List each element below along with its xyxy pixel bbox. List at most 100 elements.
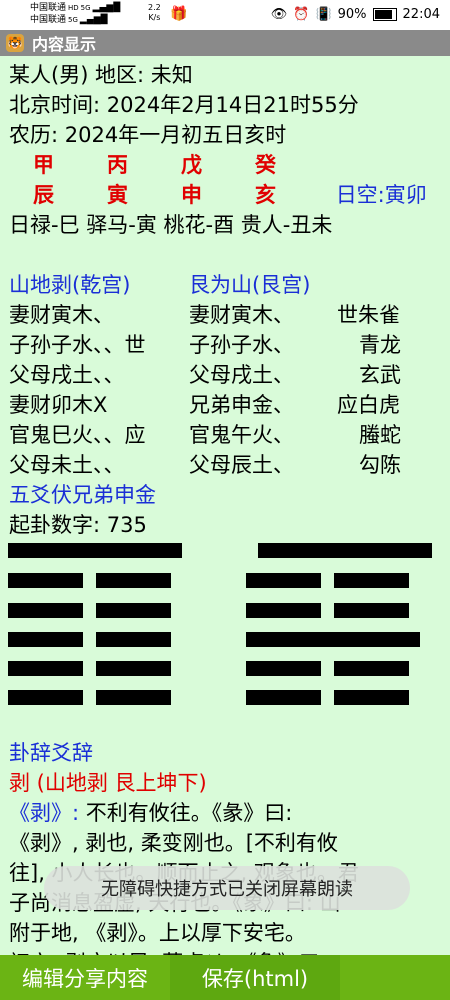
beijing-time-line: 北京时间: 2024年2月14日21时55分	[9, 93, 359, 117]
battery-icon	[372, 8, 397, 21]
main-yao-1-yin-right	[96, 690, 171, 705]
speed-unit: K/s	[148, 13, 161, 22]
yao-god: 玄武	[359, 363, 401, 387]
shensha-line: 日禄-巳 驿马-寅 桃花-酉 贵人-丑未	[9, 213, 333, 237]
main-yao-3-yin-left	[8, 632, 83, 647]
yao-line-3: 妻财卯木X 兄弟申金、 应白虎	[9, 390, 445, 420]
yao-change: 父母辰土、	[189, 453, 294, 477]
guaci-line-1: 《剥》: 不利有攸往。《彖》曰:	[9, 798, 445, 828]
yao-main-with-mark: 父母戌土、、	[9, 360, 189, 390]
yao-god: 勾陈	[359, 453, 401, 477]
yao-main: 子孙子水、	[9, 333, 104, 357]
yao-line-4: 父母戌土、、 父母戌土、 玄武	[9, 360, 445, 390]
changed-yao-5-yin-right	[334, 573, 409, 588]
changed-yao-4-yin-right	[334, 603, 409, 618]
yao-main: 父母戌土、	[9, 363, 104, 387]
bottom-bar: 编辑分享内容 保存(html)	[0, 955, 450, 1000]
yao-main: 官鬼巳火、	[9, 423, 104, 447]
speed-value: 2.2	[148, 3, 161, 12]
lunar-line: 农历: 2024年一月初五日亥时	[9, 123, 287, 147]
yao-main: 妻财卯木	[9, 393, 93, 417]
main-yao-4-yin-left	[8, 603, 83, 618]
yao-shi-ying: 应	[337, 393, 358, 417]
yao-change: 官鬼午火、	[189, 423, 294, 447]
yao-mark: X	[93, 393, 108, 417]
edit-share-button[interactable]: 编辑分享内容	[0, 955, 170, 1000]
save-html-button[interactable]: 保存(html)	[170, 955, 340, 1000]
page-title: 内容显示	[32, 35, 97, 54]
main-yao-5-yin-right	[96, 573, 171, 588]
yao-main-with-mark: 妻财卯木X	[9, 390, 189, 420]
yao-god: 青龙	[359, 333, 401, 357]
stem-hour: 癸	[255, 153, 276, 177]
guaci-label: 《剥》:	[9, 801, 80, 825]
yao-mark: 、	[103, 453, 125, 477]
yao-change: 妻财寅木、	[189, 303, 294, 327]
status-right: 👁 ⏰ 📳 90% 22:04	[271, 7, 440, 22]
yao-line-6: 妻财寅木、 妻财寅木、 世朱雀	[9, 300, 445, 330]
yao-change: 父母戌土、	[189, 363, 294, 387]
main-yao-4-yin-right	[96, 603, 171, 618]
yao-line-5: 子孙子水、、世 子孙子水、 青龙	[9, 330, 445, 360]
eye-icon: 👁	[270, 7, 288, 22]
title-bar: 🐯 内容显示	[0, 30, 450, 56]
content-area[interactable]: 某人(男) 地区: 未知 北京时间: 2024年2月14日21时55分 农历: …	[9, 60, 445, 540]
carrier-1: 中国联通	[30, 3, 67, 13]
yao-god: 螣蛇	[359, 423, 401, 447]
changed-yao-2-yin-left	[246, 661, 321, 676]
stems-line: 甲丙戊癸	[9, 150, 445, 180]
hd-badge: HD	[68, 4, 79, 12]
branch-hour: 亥	[255, 183, 276, 207]
yao-main: 妻财寅木、	[9, 303, 114, 327]
fushen-line: 五爻伏兄弟申金	[9, 483, 156, 507]
branches-line: 辰 寅 申 亥 日空:寅卯	[9, 180, 445, 210]
yao-line-2: 官鬼巳火、、应 官鬼午火、 螣蛇	[9, 420, 445, 450]
clock-time: 22:04	[402, 7, 440, 22]
yao-main: 父母未土、	[9, 453, 104, 477]
main-yao-1-yin-left	[8, 690, 83, 705]
hexagram-name-line: 剥 (山地剥 艮上坤下)	[9, 771, 207, 795]
gift-icon: 🎁	[170, 6, 188, 22]
yao-mark: 、	[103, 363, 125, 387]
guaci-line-2: 《剥》, 剥也, 柔变刚也。[不利有攸	[9, 831, 338, 855]
yao-line-1: 父母未土、、 父母辰土、 勾陈	[9, 450, 445, 480]
yao-god: 朱雀	[358, 303, 400, 327]
net-type-2: 5G	[68, 16, 78, 24]
changed-hexagram-title: 艮为山(艮宫)	[189, 273, 311, 297]
kongwang: 日空:寅卯	[335, 183, 427, 207]
yao-main-with-mark: 父母未土、、	[9, 450, 189, 480]
battery-percent: 90%	[337, 7, 367, 22]
qigua-line: 起卦数字: 735	[9, 513, 147, 537]
changed-yao-3-yang	[246, 632, 420, 647]
stem-year: 甲	[33, 153, 54, 177]
status-bar: 中国联通 HD 5G ▂▄▆█ 中国联通 5G ▂▄▆█ 2.2 K/s 🎁 👁 ⏰ 📳 …	[0, 0, 450, 30]
network-speed: 2.2 K/s	[148, 3, 161, 23]
person-line: 某人(男) 地区: 未知	[9, 63, 193, 87]
changed-yao-1-yin-right	[334, 690, 409, 705]
main-yao-2-yin-right	[96, 661, 171, 676]
changed-yao-5-yin-left	[246, 573, 321, 588]
vibrate-icon: 📳	[315, 7, 332, 22]
carrier-2: 中国联通	[30, 15, 67, 25]
section-title: 卦辞爻辞	[9, 741, 93, 765]
yao-main-with-mark: 官鬼巳火、、应	[9, 420, 189, 450]
signal-icon: ▂▄▆█	[92, 3, 121, 13]
yao-change: 子孙子水、	[189, 333, 294, 357]
changed-yao-4-yin-left	[246, 603, 321, 618]
yao-mark: 、世	[103, 333, 146, 357]
main-yao-3-yin-right	[96, 632, 171, 647]
yao-god: 白虎	[358, 393, 400, 417]
alarm-icon: ⏰	[293, 7, 310, 22]
carrier-info: 中国联通 HD 5G ▂▄▆█ 中国联通 5G ▂▄▆█	[30, 2, 120, 26]
app-icon: 🐯	[6, 34, 24, 52]
main-yao-5-yin-left	[8, 573, 83, 588]
stem-day: 戊	[181, 153, 202, 177]
yao-shi-ying: 世	[337, 303, 358, 327]
changed-yao-1-yin-left	[246, 690, 321, 705]
yao-main-with-mark: 子孙子水、、世	[9, 330, 189, 360]
main-hexagram-title: 山地剥(乾宫)	[9, 273, 131, 297]
toast-message: 无障碍快捷方式已关闭屏幕朗读	[44, 866, 410, 910]
stem-month: 丙	[107, 153, 128, 177]
net-type-1: 5G	[80, 4, 91, 12]
